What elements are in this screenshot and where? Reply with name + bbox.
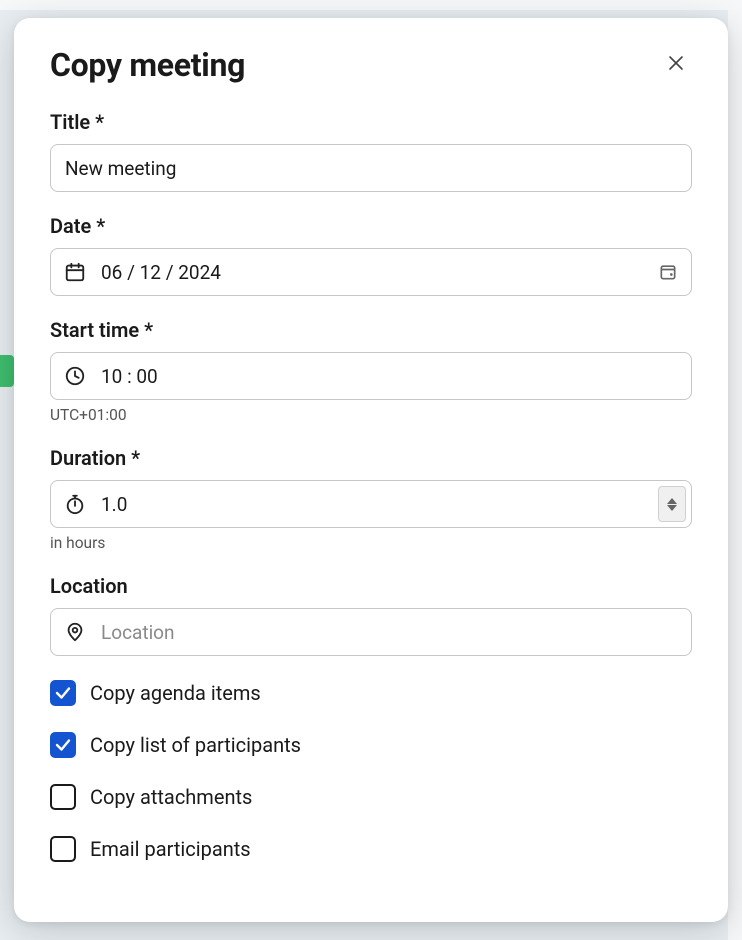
duration-input[interactable] [50,480,692,528]
duration-helper: in hours [50,534,692,552]
modal-scroll-area[interactable]: Copy meeting Title * Date * [14,18,728,922]
email-participants-checkbox[interactable] [50,836,76,862]
email-participants-label[interactable]: Email participants [90,837,251,861]
start-time-label: Start time * [50,318,692,342]
title-label: Title * [50,110,692,134]
title-input[interactable] [50,144,692,192]
close-icon [668,55,684,74]
start-time-input[interactable] [50,352,692,400]
copy-attachments-checkbox[interactable] [50,784,76,810]
copy-meeting-modal: Copy meeting Title * Date * [14,18,728,922]
location-input[interactable] [50,608,692,656]
modal-title: Copy meeting [50,46,245,84]
duration-label: Duration * [50,446,692,470]
copy-participants-label[interactable]: Copy list of participants [90,733,301,757]
copy-attachments-label[interactable]: Copy attachments [90,785,252,809]
copy-participants-checkbox[interactable] [50,732,76,758]
close-button[interactable] [660,48,692,80]
location-label: Location [50,574,692,598]
copy-agenda-checkbox[interactable] [50,680,76,706]
copy-agenda-label[interactable]: Copy agenda items [90,681,261,705]
date-label: Date * [50,214,692,238]
date-input[interactable] [50,248,692,296]
timezone-helper: UTC+01:00 [50,406,692,424]
